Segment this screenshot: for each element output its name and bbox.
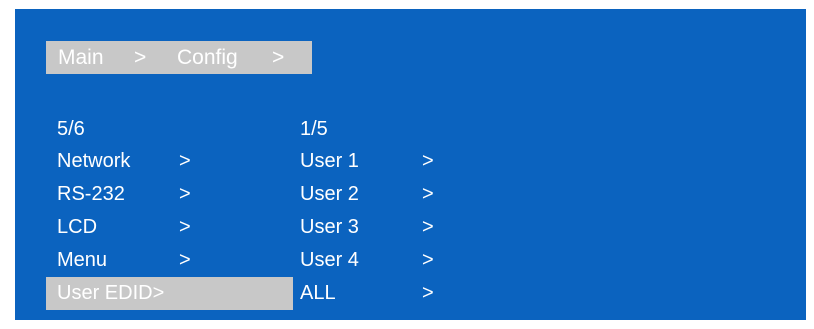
menu-item-user-3[interactable]: User 3 > bbox=[300, 211, 460, 244]
menu-item-user-4[interactable]: User 4 > bbox=[300, 244, 460, 277]
menu-item-label: Menu bbox=[57, 249, 108, 271]
menu-item-label: ALL bbox=[300, 282, 336, 304]
lcd-screen: Main > Config > 5/6 1/5 Network > RS-232… bbox=[15, 9, 806, 320]
menu-item-network[interactable]: Network > bbox=[46, 145, 293, 178]
menu-item-menu[interactable]: Menu > bbox=[46, 244, 293, 277]
menu-item-label: RS-232 bbox=[57, 183, 125, 205]
chevron-right-icon: > bbox=[179, 216, 191, 238]
breadcrumb-separator: > bbox=[272, 46, 285, 69]
menu-item-label: User 4 bbox=[300, 249, 359, 271]
menu-item-all[interactable]: ALL > bbox=[300, 277, 460, 310]
chevron-right-icon: > bbox=[422, 249, 434, 271]
right-menu-pager: 1/5 bbox=[300, 118, 328, 140]
chevron-right-icon: > bbox=[179, 150, 191, 172]
breadcrumb-separator: > bbox=[134, 46, 147, 69]
menu-item-label: User 2 bbox=[300, 183, 359, 205]
left-menu-pager: 5/6 bbox=[57, 118, 85, 140]
chevron-right-icon: > bbox=[422, 150, 434, 172]
breadcrumb-config[interactable]: Config bbox=[177, 41, 238, 74]
menu-item-user-edid[interactable]: User EDID> bbox=[46, 277, 293, 310]
breadcrumb-main[interactable]: Main bbox=[58, 41, 104, 74]
chevron-right-icon: > bbox=[422, 282, 434, 304]
chevron-right-icon: > bbox=[422, 183, 434, 205]
menu-item-user-1[interactable]: User 1 > bbox=[300, 145, 460, 178]
chevron-right-icon: > bbox=[422, 216, 434, 238]
menu-item-label: User 1 bbox=[300, 150, 359, 172]
menu-item-label: LCD bbox=[57, 216, 98, 238]
menu-item-user-2[interactable]: User 2 > bbox=[300, 178, 460, 211]
menu-item-rs232[interactable]: RS-232 > bbox=[46, 178, 293, 211]
menu-item-label: User 3 bbox=[300, 216, 359, 238]
breadcrumb: Main > Config > bbox=[46, 41, 312, 74]
chevron-right-icon: > bbox=[179, 249, 191, 271]
menu-item-lcd[interactable]: LCD > bbox=[46, 211, 293, 244]
menu-item-label: Network bbox=[57, 150, 131, 172]
chevron-right-icon: > bbox=[179, 183, 191, 205]
menu-item-label: User EDID> bbox=[57, 282, 165, 304]
